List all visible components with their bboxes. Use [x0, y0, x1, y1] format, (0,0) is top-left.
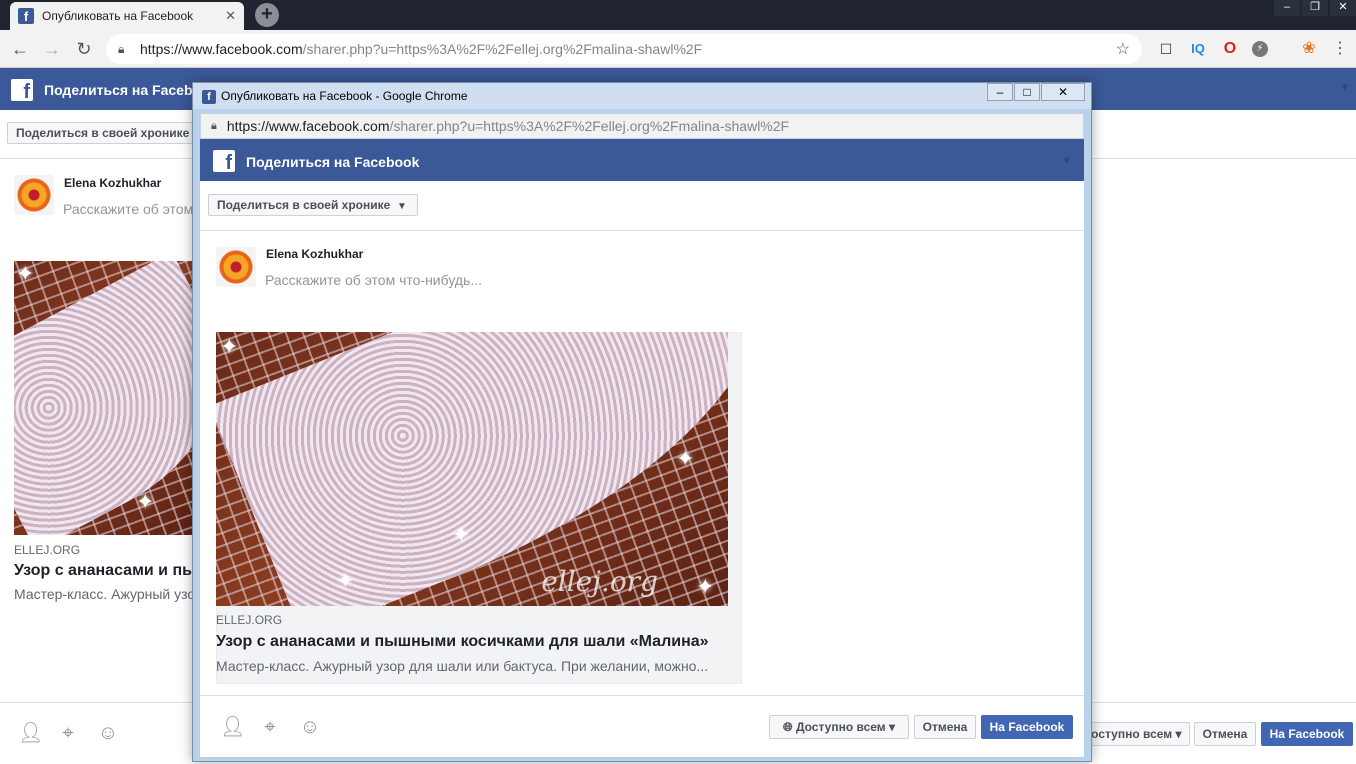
destination-select[interactable]: Поделиться в своей хронике ▼ — [208, 194, 418, 216]
link-description: Мастер-класс. Ажурный узор для шали или … — [14, 586, 196, 602]
globe-icon: 🌐︎ — [782, 720, 793, 734]
image-watermark: ellej.org — [541, 565, 658, 598]
caret-down-icon[interactable]: ▼ — [1339, 82, 1350, 94]
back-icon[interactable]: ← — [9, 38, 31, 60]
iq-icon[interactable]: IQ — [1188, 39, 1208, 59]
opera-icon[interactable]: O — [1220, 39, 1240, 59]
tab-close-icon[interactable]: ✕ — [225, 8, 236, 24]
link-description: Мастер-класс. Ажурный узор для шали или … — [216, 658, 709, 674]
link-domain: ELLEJ.ORG — [14, 543, 81, 557]
privacy-button[interactable]: 🌐︎ Доступно всем ▾ — [769, 715, 909, 739]
post-message-input[interactable]: Расскажите об этом — [63, 201, 193, 217]
link-preview-image[interactable]: ✦ ✦ ✦ ✦ ✦ ellej.org — [216, 332, 728, 606]
destination-select[interactable]: Поделиться в своей хронике — [7, 122, 197, 144]
facebook-icon: f — [213, 150, 235, 172]
screenshot-icon[interactable]: ☐ — [1156, 39, 1176, 59]
avatar — [216, 247, 256, 287]
browser-tab[interactable]: f Опубликовать на Facebook ✕ — [10, 2, 244, 30]
new-tab-button[interactable]: + — [255, 3, 279, 27]
user-name: Elena Kozhukhar — [266, 247, 364, 261]
divider — [200, 695, 1084, 696]
post-button[interactable]: На Facebook — [1261, 722, 1353, 746]
post-button[interactable]: На Facebook — [981, 715, 1073, 739]
popup-window-controls: – □ ✕ — [986, 83, 1085, 101]
post-message-input[interactable]: Расскажите об этом что-нибудь... — [265, 272, 482, 288]
window-controls: – ❐ ✕ — [1272, 0, 1356, 16]
tag-friends-icon[interactable]: 👤︎ — [18, 722, 43, 744]
popup-close-button[interactable]: ✕ — [1041, 83, 1085, 101]
facebook-icon: f — [11, 79, 33, 101]
user-name: Elena Kozhukhar — [64, 176, 162, 190]
share-dialog: f Поделиться на Facebook ▼ Поделиться в … — [200, 139, 1084, 757]
star-icon[interactable]: ☆ — [1116, 39, 1130, 59]
reload-icon[interactable]: ↻ — [73, 38, 95, 60]
feeling-icon[interactable]: ☺ — [97, 722, 119, 744]
link-domain: ELLEJ.ORG — [216, 613, 283, 627]
minimize-button[interactable]: – — [1274, 0, 1300, 16]
caret-down-icon[interactable]: ▼ — [1061, 155, 1072, 167]
avatar — [14, 175, 54, 215]
cancel-button[interactable]: Отмена — [1194, 722, 1256, 746]
facebook-icon: f — [18, 8, 34, 24]
link-preview-image[interactable]: ✦ ✦ — [14, 261, 196, 535]
share-header-title: Поделиться на Facebook — [246, 154, 420, 170]
facebook-icon: f — [202, 90, 216, 104]
menu-icon[interactable]: ⋮ — [1330, 39, 1350, 59]
lock-icon: 🔒︎ — [118, 41, 125, 56]
forward-icon[interactable]: → — [41, 38, 63, 60]
browser-toolbar: ← → ↻ 🔒︎ https://www.facebook.com/sharer… — [0, 30, 1356, 68]
popup-maximize-button[interactable]: □ — [1014, 83, 1040, 101]
flash-icon[interactable]: ⚡︎ — [1252, 41, 1268, 57]
popup-address-url: https://www.facebook.com/sharer.php?u=ht… — [226, 118, 790, 134]
link-headline[interactable]: Узор с ананасами и пышными косичками для… — [14, 562, 196, 580]
tag-friends-icon[interactable]: 👤︎ — [220, 716, 245, 738]
tab-title: Опубликовать на Facebook — [42, 9, 194, 23]
address-url: https://www.facebook.com/sharer.php?u=ht… — [140, 41, 703, 57]
caret-down-icon: ▼ — [396, 201, 407, 212]
lock-icon: 🔒︎ — [211, 119, 217, 132]
location-icon[interactable]: ⌖ — [259, 716, 281, 738]
divider — [200, 230, 1084, 231]
popup-window: f Опубликовать на Facebook - Google Chro… — [192, 82, 1092, 762]
link-headline[interactable]: Узор с ананасами и пышными косичками для… — [216, 633, 709, 651]
restore-button[interactable]: ❐ — [1302, 0, 1328, 16]
extension-flower-icon[interactable]: ❀ — [1299, 39, 1319, 59]
popup-minimize-button[interactable]: – — [987, 83, 1013, 101]
cancel-button[interactable]: Отмена — [914, 715, 976, 739]
address-bar[interactable]: 🔒︎ https://www.facebook.com/sharer.php?u… — [106, 34, 1142, 64]
caret-down-icon: ▾ — [888, 720, 896, 734]
feeling-icon[interactable]: ☺ — [299, 716, 321, 738]
location-icon[interactable]: ⌖ — [57, 722, 79, 744]
popup-address-bar: 🔒︎ https://www.facebook.com/sharer.php?u… — [200, 113, 1084, 139]
popup-window-title: Опубликовать на Facebook - Google Chrome — [221, 89, 468, 103]
close-window-button[interactable]: ✕ — [1330, 0, 1356, 16]
